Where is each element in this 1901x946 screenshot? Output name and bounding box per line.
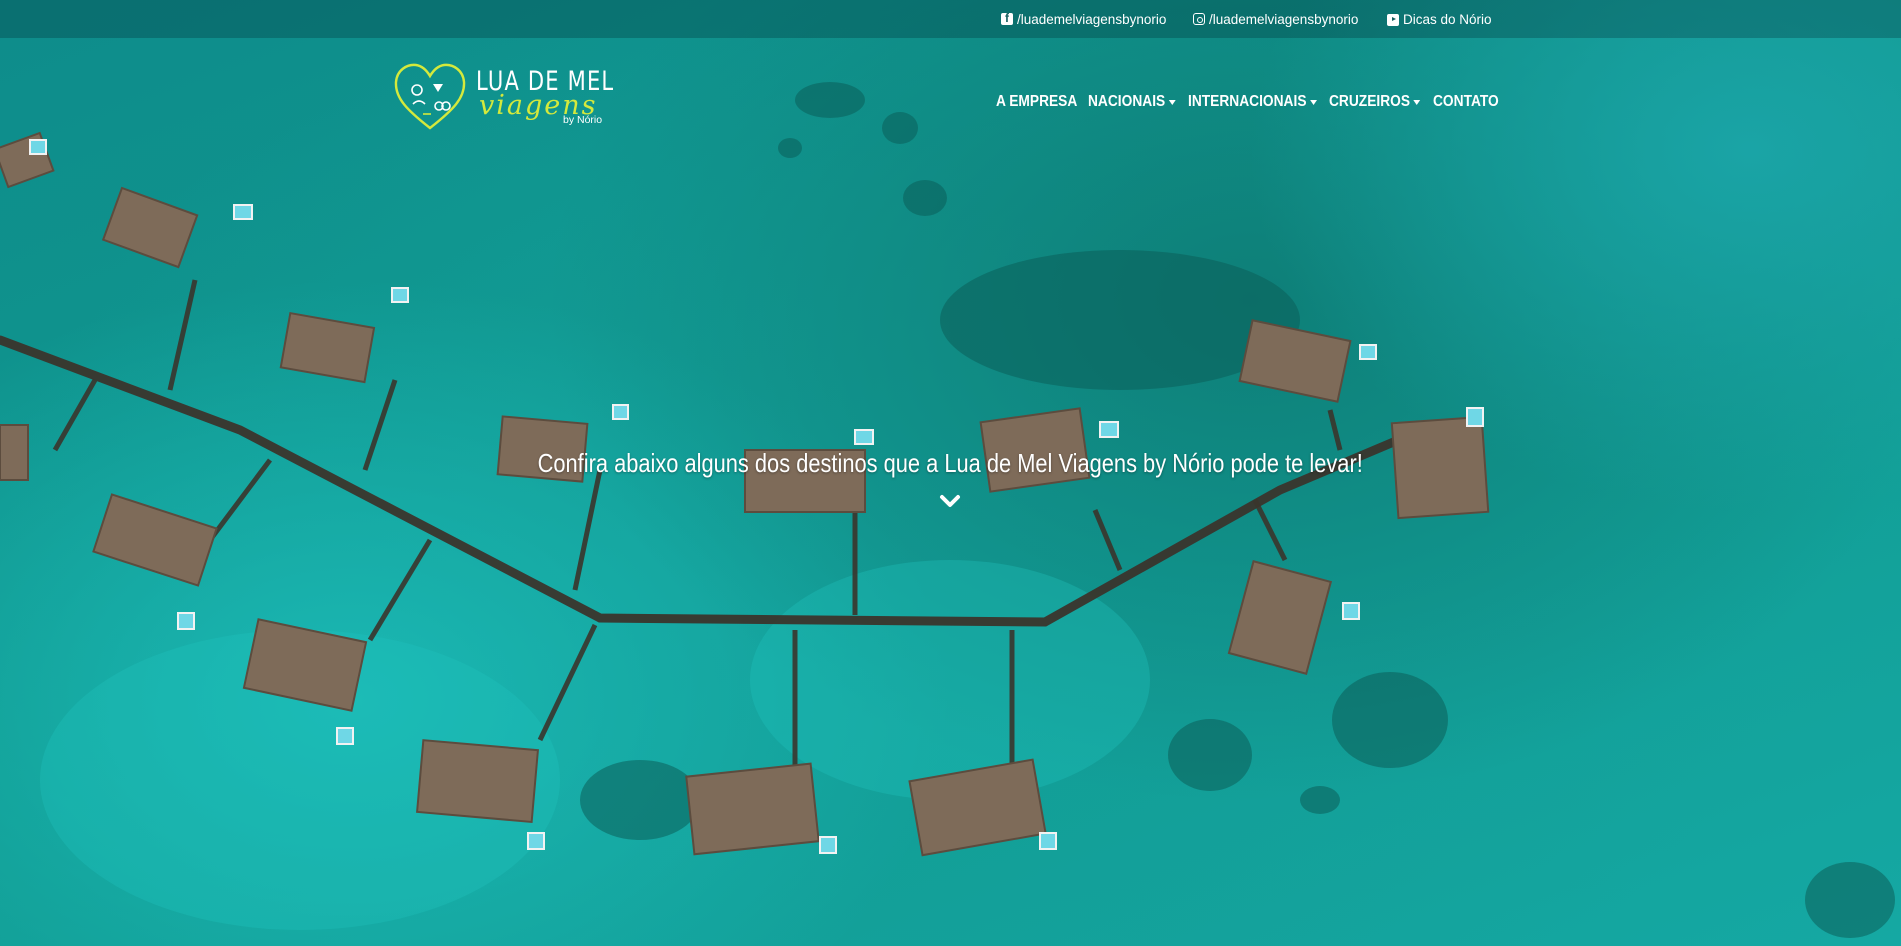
facebook-square-icon (1001, 11, 1013, 25)
caret-down-icon (1413, 99, 1421, 105)
nav-item-contato[interactable]: CONTATO (1433, 92, 1499, 112)
nav-item-label: INTERNACIONAIS (1188, 93, 1307, 110)
site-logo[interactable]: LUA DE MEL viagens by Nório (393, 62, 613, 134)
top-social-bar: /luademelviagensbynorio /luademelviagens… (0, 0, 1901, 38)
nav-item-label: CRUZEIROS (1329, 93, 1411, 110)
nav-item-cruzeiros[interactable]: CRUZEIROS (1329, 92, 1421, 112)
nav-item-a-empresa[interactable]: A EMPRESA (996, 92, 1077, 112)
nav-item-label: CONTATO (1433, 93, 1499, 110)
hero-headline: Confira abaixo alguns dos destinos que a… (0, 448, 1901, 479)
nav-item-nacionais[interactable]: NACIONAIS (1088, 92, 1176, 112)
facebook-link[interactable]: /luademelviagensbynorio (1001, 10, 1166, 28)
facebook-link-label: /luademelviagensbynorio (1017, 11, 1167, 27)
heart-emblem-icon (394, 63, 466, 130)
nav-item-label: NACIONAIS (1088, 93, 1166, 110)
youtube-link-label: Dicas do Nório (1403, 11, 1492, 27)
youtube-icon (1387, 14, 1399, 26)
nav-item-label: A EMPRESA (996, 93, 1078, 110)
logo-byline: by Nório (563, 114, 603, 126)
instagram-link[interactable]: /luademelviagensbynorio (1193, 10, 1358, 28)
nav-item-internacionais[interactable]: INTERNACIONAIS (1188, 92, 1317, 112)
caret-down-icon (1309, 99, 1317, 105)
youtube-link[interactable]: Dicas do Nório (1387, 10, 1492, 28)
hero-headline-text: Confira abaixo alguns dos destinos que a… (537, 448, 1364, 478)
instagram-link-label: /luademelviagensbynorio (1209, 11, 1359, 27)
caret-down-icon (1168, 99, 1176, 105)
chevron-down-icon[interactable] (939, 494, 961, 508)
instagram-icon (1193, 13, 1205, 25)
